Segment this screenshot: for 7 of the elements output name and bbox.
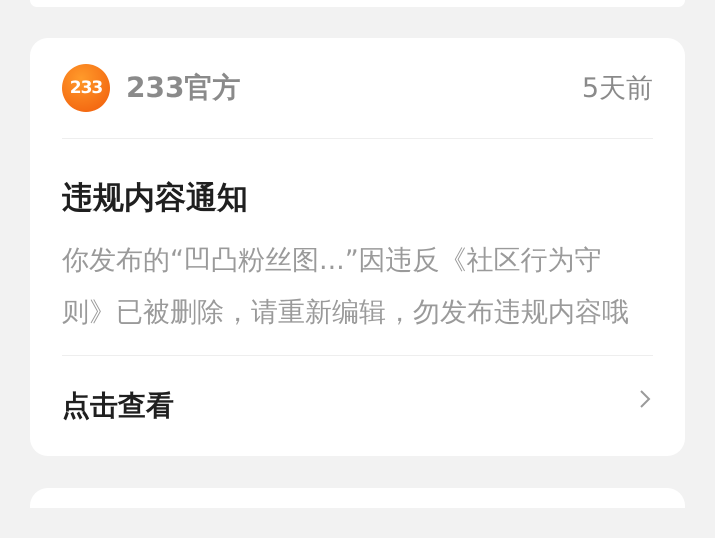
chevron-right-icon — [639, 389, 651, 409]
notification-time: 5天前 — [582, 72, 653, 106]
sender-name: 233官方 — [126, 70, 240, 106]
notification-body: 你发布的“凹凸粉丝图...”因违反《社区行为守则》已被删除，请重新编辑，勿发布违规内容哦 — [62, 235, 653, 356]
notification-title: 违规内容通知 — [62, 179, 249, 218]
view-link[interactable]: 点击查看 — [62, 387, 174, 425]
sender-avatar: 233 — [62, 64, 110, 112]
